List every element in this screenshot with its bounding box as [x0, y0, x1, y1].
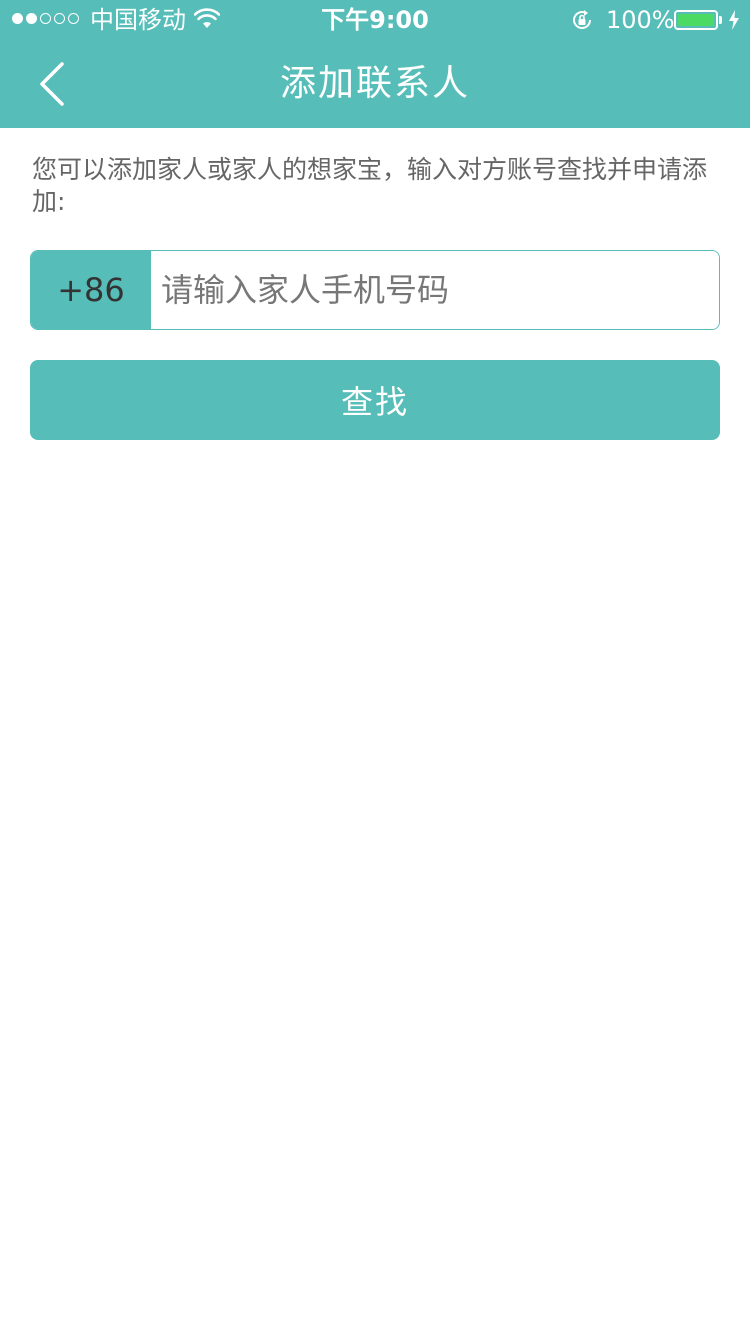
battery-fill [678, 14, 714, 26]
phone-number-row: +86 [30, 250, 720, 330]
header: 中国移动 下午9:00 100% 添加联系人 [0, 0, 750, 128]
search-button[interactable]: 查找 [30, 360, 720, 440]
charging-icon [729, 10, 739, 30]
page-title: 添加联系人 [279, 63, 470, 104]
country-code[interactable]: +86 [31, 251, 151, 329]
nav-bar: 添加联系人 [0, 40, 750, 128]
phone-input[interactable] [151, 251, 719, 329]
rotation-lock-icon [573, 10, 592, 29]
status-bar: 中国移动 下午9:00 100% [0, 0, 750, 40]
intro-text: 您可以添加家人或家人的想家宝，输入对方账号查找并申请添加: [32, 155, 708, 216]
battery-icon [674, 10, 718, 30]
battery-percent: 100% [606, 6, 675, 34]
battery-tip [719, 16, 722, 24]
